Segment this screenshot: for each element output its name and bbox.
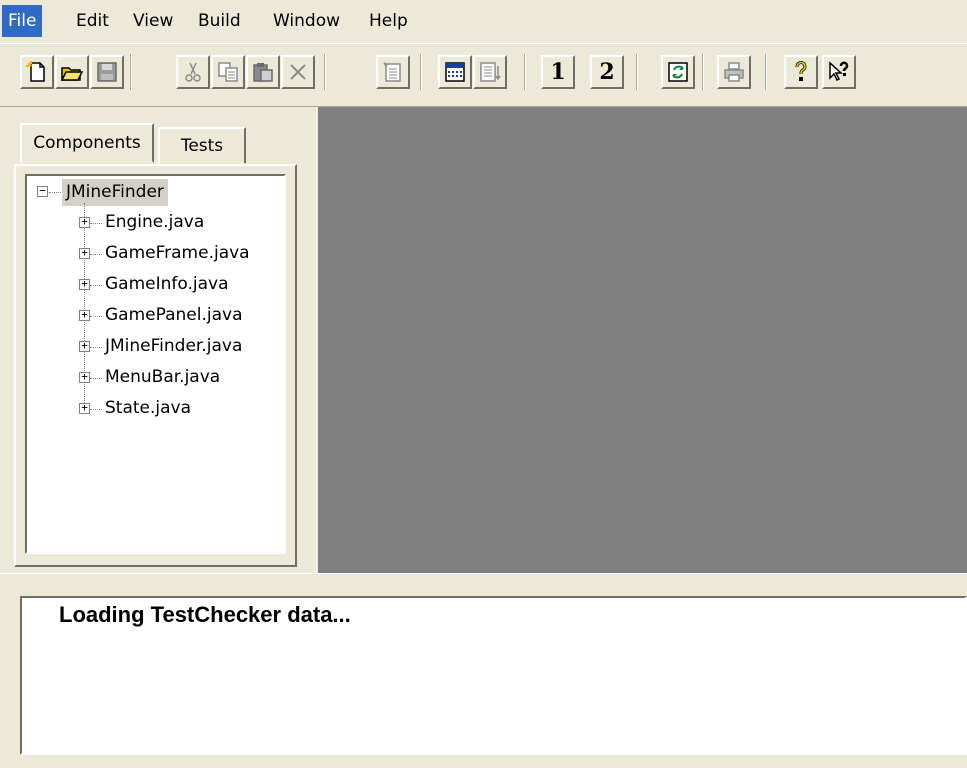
expand-icon[interactable]: + xyxy=(79,371,90,383)
save-icon xyxy=(95,60,119,84)
tree-connector xyxy=(90,223,102,224)
expand-icon[interactable]: + xyxy=(79,278,90,290)
expand-icon[interactable]: + xyxy=(79,247,90,259)
tree-connector xyxy=(49,192,61,193)
new-button[interactable] xyxy=(20,55,54,89)
tree-item-state[interactable]: State.java xyxy=(105,395,191,422)
cut-icon xyxy=(181,60,205,84)
grid-icon xyxy=(443,60,467,84)
menu-file[interactable]: File xyxy=(2,5,43,37)
help-button[interactable] xyxy=(784,55,818,89)
tree-connector xyxy=(90,347,102,348)
tree-item-gamepanel[interactable]: GamePanel.java xyxy=(105,302,243,329)
toolbar-separator xyxy=(130,54,132,90)
expand-icon[interactable]: + xyxy=(79,340,90,352)
toolbar-separator xyxy=(324,54,326,90)
left-panel: Components Tests − JMineFinder + Engine.… xyxy=(0,107,316,573)
open-button[interactable] xyxy=(55,55,89,89)
print-icon xyxy=(722,60,746,84)
help-icon xyxy=(789,60,813,84)
new-icon xyxy=(25,60,49,84)
delete-button[interactable] xyxy=(281,55,315,89)
toolbar-separator xyxy=(420,54,422,90)
tree-item-jminefinder[interactable]: JMineFinder.java xyxy=(105,333,242,360)
tree-root[interactable]: JMineFinder xyxy=(62,179,168,206)
tree-connector xyxy=(90,285,102,286)
new-test-button[interactable] xyxy=(376,55,410,89)
save-button[interactable] xyxy=(90,55,124,89)
tree-connector xyxy=(90,378,102,379)
log-panel: Loading TestChecker data... xyxy=(0,573,967,768)
tree-frame: − JMineFinder + Engine.java + GameFrame.… xyxy=(14,164,297,567)
workspace-area[interactable] xyxy=(318,107,967,573)
one-icon: 1 xyxy=(550,59,566,85)
tree-connector xyxy=(90,254,102,255)
expand-icon[interactable]: + xyxy=(79,216,90,228)
tree-item-gameinfo[interactable]: GameInfo.java xyxy=(105,271,229,298)
cut-button[interactable] xyxy=(176,55,210,89)
refresh-icon xyxy=(666,60,690,84)
print-button[interactable] xyxy=(717,55,751,89)
toolbar-separator xyxy=(524,54,526,90)
menu-help[interactable]: Help xyxy=(363,5,414,37)
expand-icon[interactable]: + xyxy=(79,309,90,321)
toolbar-separator xyxy=(636,54,638,90)
new-test-icon xyxy=(381,60,405,84)
delete-icon xyxy=(286,60,310,84)
tree-item-engine[interactable]: Engine.java xyxy=(105,209,204,236)
view-2-button[interactable]: 2 xyxy=(590,55,624,89)
menu-bar: File Edit View Build Window Help xyxy=(0,0,967,42)
grid-button[interactable] xyxy=(438,55,472,89)
toolbar-separator xyxy=(765,54,767,90)
copy-button[interactable] xyxy=(211,55,245,89)
tree-connector xyxy=(90,409,102,410)
menu-build[interactable]: Build xyxy=(192,5,247,37)
menu-edit[interactable]: Edit xyxy=(70,5,115,37)
toolbar: 1 2 xyxy=(0,43,967,107)
context-help-button[interactable] xyxy=(822,55,856,89)
copy-icon xyxy=(216,60,240,84)
view-1-button[interactable]: 1 xyxy=(541,55,575,89)
log-message: Loading TestChecker data... xyxy=(59,602,351,627)
tab-tests[interactable]: Tests xyxy=(158,127,246,163)
two-icon: 2 xyxy=(599,59,615,85)
expand-icon[interactable]: + xyxy=(79,402,90,414)
log-output[interactable]: Loading TestChecker data... xyxy=(20,596,967,755)
refresh-button[interactable] xyxy=(661,55,695,89)
tree-view: − JMineFinder + Engine.java + GameFrame.… xyxy=(25,174,286,554)
paste-button[interactable] xyxy=(246,55,280,89)
menu-view[interactable]: View xyxy=(127,5,179,37)
menu-window[interactable]: Window xyxy=(267,5,346,37)
tree-item-menubar[interactable]: MenuBar.java xyxy=(105,364,220,391)
paste-icon xyxy=(251,60,275,84)
toolbar-separator xyxy=(702,54,704,90)
open-icon xyxy=(60,60,84,84)
tab-components[interactable]: Components xyxy=(20,123,154,163)
tree-connector xyxy=(90,316,102,317)
collapse-icon[interactable]: − xyxy=(37,185,48,197)
tree-item-gameframe[interactable]: GameFrame.java xyxy=(105,240,250,267)
list-icon xyxy=(478,60,502,84)
list-button[interactable] xyxy=(473,55,507,89)
context-help-icon xyxy=(827,60,851,84)
